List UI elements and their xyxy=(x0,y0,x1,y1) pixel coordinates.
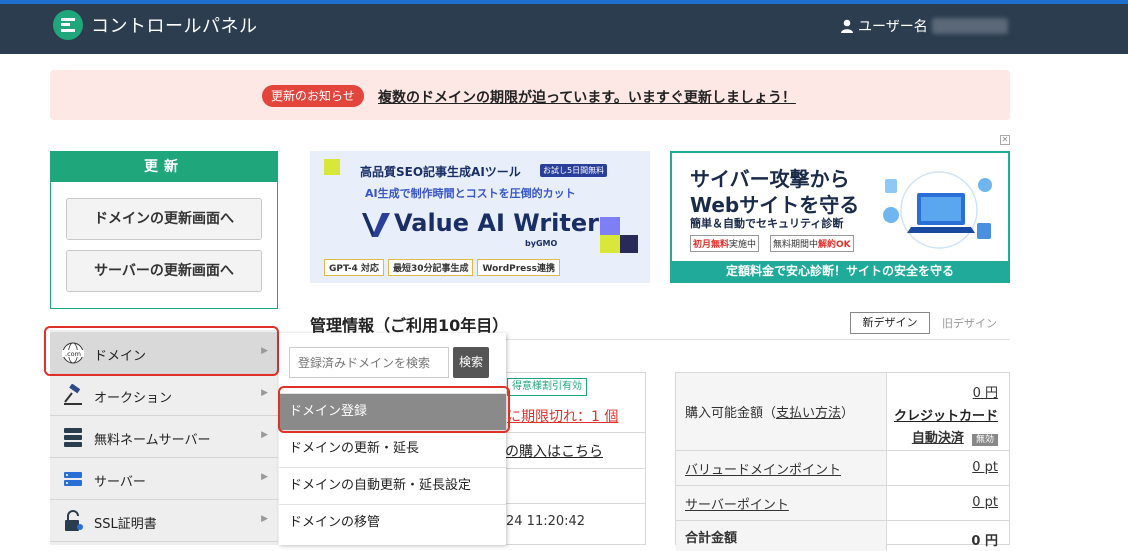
last-login-date: 24 11:20:42 xyxy=(506,514,586,529)
server-icon xyxy=(64,472,82,486)
highlight-outline xyxy=(44,326,279,376)
divider xyxy=(505,432,646,433)
chevron-right-icon: ▶ xyxy=(261,430,268,440)
auto-payment-link[interactable]: 自動決済 xyxy=(912,431,964,446)
sidebar-item-free-nameserver[interactable]: 無料ネームサーバー ▶ xyxy=(50,416,278,458)
sidebar-item-label: サーバー xyxy=(94,475,146,490)
balance-table: 購入可能金額（ 支払い方法） 0 円 クレジットカード 自動決済 無効 バリュード… xyxy=(675,372,1010,551)
deco-block xyxy=(620,235,638,253)
banner1-line1: 高品質SEO記事生成AIツール xyxy=(360,165,521,179)
domain-search-button[interactable]: 検索 xyxy=(453,347,489,378)
highlight-outline xyxy=(278,386,510,433)
table-row: 購入可能金額（ 支払い方法） 0 円 クレジットカード 自動決済 無効 xyxy=(676,373,1009,451)
sidebar-item-label: オークション xyxy=(94,391,173,406)
value-ai-writer-banner[interactable]: 高品質SEO記事生成AIツール お試し5日間無料 AI生成で制作時間とコストを圧… xyxy=(310,151,650,283)
chevron-right-icon: ▶ xyxy=(261,514,268,524)
total-value: 0 円 xyxy=(971,534,998,549)
purchase-link[interactable]: の購入はこちら xyxy=(505,441,603,461)
app-title[interactable]: コントロールパネル xyxy=(91,12,258,38)
table-row: 合計金額 0 円 xyxy=(676,521,1009,551)
menu-item-domain-transfer[interactable]: ドメインの移管 xyxy=(279,504,506,541)
banner1-by: byGMO xyxy=(525,239,558,248)
banner2-footer: 定額料金で安心診断！サイトの安全を守る xyxy=(672,261,1008,281)
user-name-label[interactable]: ユーザー名 xyxy=(858,16,928,36)
sidebar-item-auction[interactable]: オークション ▶ xyxy=(50,374,278,416)
ad-close-icon[interactable]: ✕ xyxy=(1000,135,1010,145)
banner2-tag1: 初月無料実施中 xyxy=(690,235,760,252)
gavel-icon xyxy=(64,384,82,405)
auto-payment-row: 自動決済 無効 xyxy=(912,427,998,446)
deco-block xyxy=(600,217,620,235)
banner1-product: Value AI Writer xyxy=(394,209,599,237)
server-point-value[interactable]: 0 pt xyxy=(972,495,998,510)
banner1-trial: お試し5日間無料 xyxy=(540,164,608,177)
domain-renew-button[interactable]: ドメインの更新画面へ xyxy=(66,198,262,240)
banner2-tag2: 無料期間中解約OK xyxy=(770,235,854,252)
menu-item-auto-renew-settings[interactable]: ドメインの自動更新・延長設定 xyxy=(279,467,506,504)
payment-method-link[interactable]: 支払い方法 xyxy=(776,402,841,421)
banner2-headline1: サイバー攻撃から xyxy=(690,167,850,191)
total-label: 合計金額 xyxy=(676,521,887,551)
banner1-feature: WordPress連携 xyxy=(477,259,560,276)
security-laptop-illustration xyxy=(883,171,992,249)
sidebar-item-ssl[interactable]: SSL証明書 ▶ xyxy=(50,500,278,542)
divider xyxy=(505,468,646,469)
sidebar-item-label: 無料ネームサーバー xyxy=(94,433,211,448)
value-domain-point-value[interactable]: 0 pt xyxy=(972,460,998,475)
domain-search-input[interactable] xyxy=(289,347,449,378)
balance-label: 購入可能金額（ 支払い方法） xyxy=(676,373,887,450)
balance-value[interactable]: 0 円 xyxy=(973,382,998,401)
sidebar-item-label: SSL証明書 xyxy=(94,517,157,532)
credit-card-link[interactable]: クレジットカード xyxy=(894,405,998,424)
discount-badge: 得意様割引有効 xyxy=(507,378,587,396)
disabled-badge: 無効 xyxy=(971,434,998,446)
server-renew-button[interactable]: サーバーの更新画面へ xyxy=(66,250,262,292)
menu-item-domain-renew[interactable]: ドメインの更新・延長 xyxy=(279,430,506,467)
banner2-headline2: Webサイトを守る xyxy=(690,193,860,217)
new-design-button[interactable]: 新デザイン xyxy=(850,312,930,334)
lock-icon xyxy=(65,510,83,531)
old-design-link[interactable]: 旧デザイン xyxy=(942,315,997,331)
cyber-security-banner[interactable]: サイバー攻撃から Webサイトを守る 簡単＆自動でセキュリティ診断 初月無料実施… xyxy=(670,151,1010,283)
banner1-feature: 最短30分記事生成 xyxy=(387,259,474,276)
chevron-right-icon: ▶ xyxy=(261,472,268,482)
banner1-line2: AI生成で制作時間とコストを圧倒的カット xyxy=(365,187,576,200)
user-icon xyxy=(841,19,853,33)
table-row: サーバーポイント 0 pt xyxy=(676,486,1009,521)
value-ai-writer-logo-icon xyxy=(362,213,390,237)
value-domain-point-link[interactable]: バリュードメインポイント xyxy=(685,459,841,478)
user-name-blurred xyxy=(932,18,1008,34)
notice-badge: 更新のお知らせ xyxy=(262,85,364,107)
server-point-link[interactable]: サーバーポイント xyxy=(685,494,789,513)
table-row: バリュードメインポイント 0 pt xyxy=(676,451,1009,486)
renew-panel-title: 更新 xyxy=(51,152,277,182)
notice-renew-link[interactable]: 複数のドメインの期限が迫っています。いますぐ更新しましょう！ xyxy=(378,87,796,107)
divider xyxy=(505,503,646,504)
deco-square xyxy=(324,159,340,175)
server-stack-icon xyxy=(64,428,82,447)
control-panel-logo-icon[interactable] xyxy=(53,10,83,40)
banner2-sub: 簡単＆自動でセキュリティ診断 xyxy=(690,217,844,230)
banner1-feature: GPT-4 対応 xyxy=(324,259,384,276)
chevron-right-icon: ▶ xyxy=(261,388,268,398)
sidebar-item-server[interactable]: サーバー ▶ xyxy=(50,458,278,500)
deco-block xyxy=(600,235,620,253)
expiry-warning-link[interactable]: に期限切れ：1 個 xyxy=(507,406,618,426)
